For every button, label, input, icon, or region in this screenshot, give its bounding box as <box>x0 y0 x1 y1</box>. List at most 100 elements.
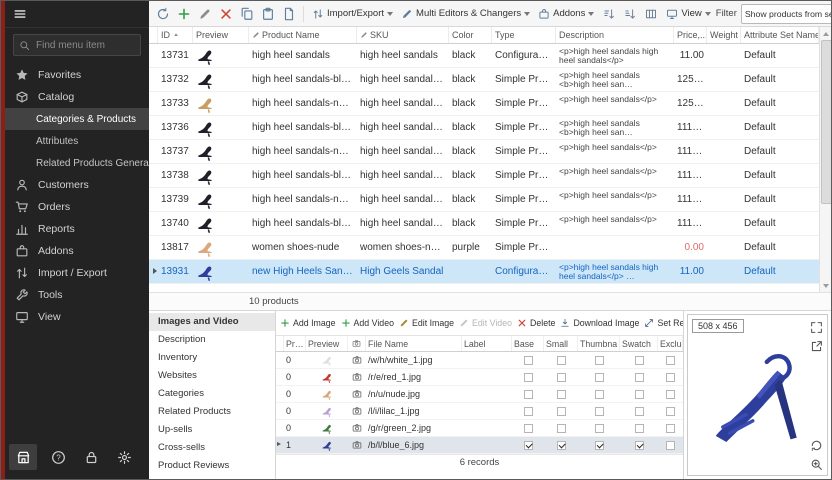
sidebar-item[interactable]: Customers <box>5 174 149 196</box>
column-header-type[interactable]: Type <box>492 27 556 43</box>
thumbnail-checkbox[interactable] <box>595 373 604 382</box>
images-toolbar-button[interactable]: Edit Image <box>399 318 454 328</box>
toolbar-menu-button[interactable]: Multi Editors & Changers <box>397 4 534 24</box>
zoom-button[interactable] <box>809 457 823 471</box>
product-row[interactable]: 13739 high heel sandals-nude-37 high hee… <box>149 188 819 212</box>
exclude-checkbox[interactable] <box>666 407 675 416</box>
sidebar-footer-button[interactable]: ? <box>46 445 70 469</box>
column-header-preview[interactable]: Preview <box>193 27 249 43</box>
column-header-color[interactable]: Color <box>449 27 492 43</box>
images-toolbar-button[interactable]: Add Video <box>341 318 394 328</box>
category-filter-select[interactable]: Show products from selected categories <box>741 4 831 24</box>
column-header-file-name[interactable]: File Name <box>366 336 462 351</box>
column-header-price[interactable]: Price,... <box>674 27 707 43</box>
sidebar-item[interactable]: Tools <box>5 284 149 306</box>
column-header-base[interactable]: Base <box>512 336 544 351</box>
swatch-checkbox[interactable] <box>635 407 644 416</box>
column-header-attribute-set[interactable]: Attribute Set Name <box>741 27 819 43</box>
toolbar-icon-button[interactable] <box>174 4 194 24</box>
image-row[interactable]: 1 /b/l/blue_6.jpg <box>276 437 683 454</box>
vertical-scrollbar[interactable] <box>819 27 831 292</box>
column-header-swatch[interactable]: Swatch <box>620 336 658 351</box>
detail-tab[interactable]: Inventory <box>149 349 275 367</box>
sidebar-item[interactable]: Catalog <box>5 86 149 108</box>
product-row[interactable]: 13731 high heel sandals high heel sandal… <box>149 44 819 68</box>
product-row[interactable]: 13738 high heel sandals-black-37 high he… <box>149 164 819 188</box>
exclude-checkbox[interactable] <box>666 424 675 433</box>
product-row[interactable]: 13733 high heel sandals-nude high heel s… <box>149 92 819 116</box>
toolbar-small-button[interactable] <box>641 4 661 24</box>
images-toolbar-button[interactable]: Add Image <box>280 318 336 328</box>
column-header-weight[interactable]: Weight <box>707 27 741 43</box>
product-row[interactable]: 13736 high heel sandals-black-36 high he… <box>149 116 819 140</box>
thumbnail-checkbox[interactable] <box>595 407 604 416</box>
product-row[interactable]: 13931 new High Heels Sandals High Geels … <box>149 260 819 284</box>
toolbar-menu-button[interactable]: Import/Export <box>308 4 397 24</box>
thumbnail-checkbox[interactable] <box>595 424 604 433</box>
image-row[interactable]: 0 /g/r/green_2.jpg <box>276 420 683 437</box>
product-row[interactable]: 13732 high heel sandals-black high heel … <box>149 68 819 92</box>
toolbar-small-button[interactable] <box>599 4 619 24</box>
base-checkbox[interactable] <box>524 407 533 416</box>
sidebar-item[interactable]: View <box>5 306 149 328</box>
sidebar-item[interactable]: Favorites <box>5 64 149 86</box>
column-header-id[interactable]: ID <box>158 27 193 43</box>
image-row[interactable]: 0 /n/u/nude.jpg <box>276 386 683 403</box>
sidebar-item[interactable]: Addons <box>5 240 149 262</box>
column-header-small[interactable]: Small <box>544 336 578 351</box>
column-header-thumbnail[interactable]: Thumbna <box>578 336 620 351</box>
images-toolbar-button[interactable]: Download Image <box>560 318 639 328</box>
toolbar-menu-button[interactable]: Addons <box>534 4 598 24</box>
sidebar-footer-button[interactable] <box>113 445 137 469</box>
small-checkbox[interactable] <box>557 441 566 450</box>
toolbar-icon-button[interactable] <box>279 4 299 24</box>
scrollbar-thumb[interactable] <box>821 40 832 204</box>
base-checkbox[interactable] <box>524 356 533 365</box>
detail-tab[interactable]: Product Reviews <box>149 457 275 475</box>
toolbar-icon-button[interactable] <box>237 4 257 24</box>
toolbar-icon-button[interactable] <box>216 4 236 24</box>
sidebar-item[interactable]: Categories & Products <box>5 108 149 130</box>
small-checkbox[interactable] <box>557 390 566 399</box>
swatch-checkbox[interactable] <box>635 356 644 365</box>
product-row[interactable]: 13740 high heel sandals-black-38 high he… <box>149 212 819 236</box>
thumbnail-checkbox[interactable] <box>595 441 604 450</box>
open-external-button[interactable] <box>809 339 823 353</box>
sidebar-item[interactable]: Attributes <box>5 130 149 152</box>
column-header-sku[interactable]: SKU <box>357 27 449 43</box>
swatch-checkbox[interactable] <box>635 424 644 433</box>
thumbnail-checkbox[interactable] <box>595 390 604 399</box>
small-checkbox[interactable] <box>557 373 566 382</box>
column-header-preview[interactable]: Preview <box>306 336 348 351</box>
sidebar-footer-button[interactable] <box>80 445 104 469</box>
base-checkbox[interactable] <box>524 373 533 382</box>
detail-tab[interactable]: Description <box>149 331 275 349</box>
base-checkbox[interactable] <box>524 390 533 399</box>
exclude-checkbox[interactable] <box>666 441 675 450</box>
detail-tab[interactable]: Up-sells <box>149 421 275 439</box>
column-header-exclude[interactable]: Exclude <box>658 336 683 351</box>
toolbar-icon-button[interactable] <box>153 4 173 24</box>
sidebar-footer-button[interactable] <box>9 444 37 470</box>
sidebar-item[interactable]: Reports <box>5 218 149 240</box>
sidebar-item[interactable]: Import / Export <box>5 262 149 284</box>
sidebar-search[interactable] <box>13 34 141 56</box>
column-header-description[interactable]: Description <box>556 27 674 43</box>
product-row[interactable]: 13817 women shoes-nude women shoes-nude-… <box>149 236 819 260</box>
rotate-button[interactable] <box>809 438 823 452</box>
thumbnail-checkbox[interactable] <box>595 356 604 365</box>
detail-tab[interactable]: Images and Video <box>149 313 275 331</box>
product-row[interactable]: 13737 high heel sandals-nude-36 high hee… <box>149 140 819 164</box>
small-checkbox[interactable] <box>557 424 566 433</box>
view-menu-button[interactable]: View <box>662 4 714 24</box>
detail-tab[interactable]: Cross-sells <box>149 439 275 457</box>
hamburger-menu-icon[interactable] <box>13 7 27 21</box>
exclude-checkbox[interactable] <box>666 356 675 365</box>
base-checkbox[interactable] <box>524 424 533 433</box>
scroll-up-arrow[interactable] <box>820 27 831 39</box>
exclude-checkbox[interactable] <box>666 390 675 399</box>
swatch-checkbox[interactable] <box>635 441 644 450</box>
images-toolbar-button[interactable]: Delete <box>517 318 555 328</box>
fullscreen-button[interactable] <box>809 320 823 334</box>
images-toolbar-button[interactable]: Edit Video <box>459 318 512 328</box>
